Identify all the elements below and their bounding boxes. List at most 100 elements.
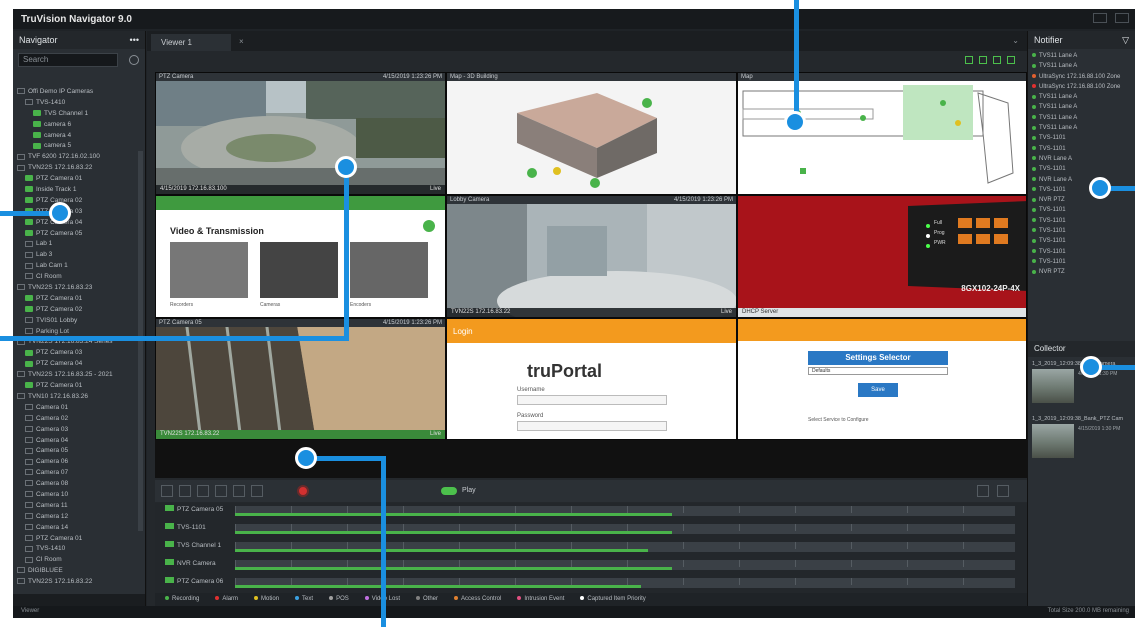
tree-item[interactable]: TVN22S 172.16.83.22 (17, 163, 135, 174)
tree-item[interactable]: PTZ Camera 01 (17, 294, 135, 305)
tree-item[interactable]: Camera 04 (17, 436, 135, 447)
tree-item[interactable]: PTZ Camera 01 (17, 534, 135, 545)
alarm-item[interactable]: TVS-1101 (1032, 257, 1132, 267)
tree-item[interactable]: Camera 07 (17, 468, 135, 479)
settings-icon[interactable] (993, 56, 1001, 64)
pause-icon[interactable] (197, 485, 209, 497)
timeline-row[interactable]: PTZ Camera 06 (155, 575, 1027, 590)
alarm-item[interactable]: TVS-1101 (1032, 164, 1132, 174)
tab-viewer-1[interactable]: Viewer 1 (151, 34, 231, 51)
timeline-row[interactable]: PTZ Camera 05 (155, 503, 1027, 518)
skip-forward-icon[interactable] (251, 485, 263, 497)
timeline-track[interactable] (235, 524, 1015, 534)
alarm-item[interactable]: TVS11 Lane A (1032, 102, 1132, 112)
tree-item[interactable]: PTZ Camera 02 (17, 305, 135, 316)
alarm-item[interactable]: NVR Lane A (1032, 175, 1132, 185)
video-tile[interactable]: Lobby Camera 4/15/2019 1:23:26 PM TVN22S… (446, 195, 737, 318)
timeline-track[interactable] (235, 542, 1015, 552)
tree-item[interactable]: Camera 08 (17, 479, 135, 490)
timeline-row[interactable]: NVR Camera (155, 557, 1027, 572)
minimize-button[interactable] (1093, 13, 1107, 23)
tree-item[interactable]: Camera 02 (17, 414, 135, 425)
filter-icon[interactable]: ▽ (1122, 35, 1129, 45)
alarm-item[interactable]: NVR PTZ (1032, 267, 1132, 277)
tree-item[interactable]: TVS-1410 (17, 544, 135, 555)
tree-item[interactable]: TVN10 172.16.83.26 (17, 392, 135, 403)
tree-item[interactable]: Lab Cam 1 (17, 261, 135, 272)
alarm-item[interactable]: UltraSync 172.16.88.100 Zone (1032, 82, 1132, 92)
tree-item[interactable]: Camera 12 (17, 512, 135, 523)
layout-icon[interactable] (965, 56, 973, 64)
snapshot-icon[interactable] (979, 56, 987, 64)
tree-item[interactable]: TVIS01 Lobby (17, 316, 135, 327)
navigator-menu-icon[interactable]: ••• (130, 35, 139, 45)
tree-item[interactable]: TVN22S 172.16.83.25 - 2021 (17, 370, 135, 381)
timeline-row[interactable]: TVS-1101 (155, 521, 1027, 536)
alarm-item[interactable]: TVS11 Lane A (1032, 61, 1132, 71)
alarm-item[interactable]: TVS-1101 (1032, 236, 1132, 246)
timeline-track[interactable] (235, 578, 1015, 588)
tree-item[interactable]: Camera 14 (17, 523, 135, 534)
zoom-icon[interactable] (977, 485, 989, 497)
alarm-item[interactable]: TVS11 Lane A (1032, 92, 1132, 102)
tree-item[interactable]: PTZ Camera 01 (17, 174, 135, 185)
tree-item[interactable]: Camera 03 (17, 425, 135, 436)
alarm-item[interactable]: TVS-1101 (1032, 216, 1132, 226)
tree-item[interactable]: PTZ Camera 04 (17, 359, 135, 370)
video-tile[interactable]: PTZ Camera 4/15/2019 1:23:26 PM 4/15/201… (155, 72, 446, 195)
username-field[interactable] (517, 395, 667, 405)
tree-item[interactable]: TVN22S 172.16.83.23 (17, 283, 135, 294)
record-icon[interactable] (297, 485, 309, 497)
web-page-tile[interactable]: Video & Transmission Recorders Cameras E… (155, 195, 446, 318)
search-input[interactable]: Search (18, 53, 118, 67)
alarm-item[interactable]: TVS-1101 (1032, 205, 1132, 215)
alarm-item[interactable]: NVR Lane A (1032, 154, 1132, 164)
settings-tile[interactable]: Settings Selector Defaults Save Select S… (737, 318, 1027, 440)
search-icon[interactable] (129, 55, 139, 65)
tree-item[interactable]: Camera 10 (17, 490, 135, 501)
map-3d-tile[interactable]: Map - 3D Building (446, 72, 737, 195)
close-tab-icon[interactable]: × (239, 37, 244, 46)
tree-item[interactable]: CI Room (17, 272, 135, 283)
tree-item[interactable]: PTZ Camera 02 (17, 196, 135, 207)
alarm-item[interactable]: NVR PTZ (1032, 195, 1132, 205)
tree-item[interactable]: camera 4 (17, 131, 135, 142)
alarm-item[interactable]: TVS-1101 (1032, 247, 1132, 257)
alarm-item[interactable]: TVS-1101 (1032, 133, 1132, 143)
tree-item[interactable]: Camera 01 (17, 403, 135, 414)
alarm-item[interactable]: TVS11 Lane A (1032, 113, 1132, 123)
step-forward-icon[interactable] (233, 485, 245, 497)
alarm-item[interactable]: UltraSync 172.16.88.100 Zone (1032, 72, 1132, 82)
play-toggle[interactable] (441, 487, 457, 495)
timeline-track[interactable] (235, 560, 1015, 570)
step-back-icon[interactable] (179, 485, 191, 497)
floor-map-tile[interactable]: Map (737, 72, 1027, 195)
save-button[interactable]: Save (858, 383, 898, 397)
tree-item[interactable]: Camera 06 (17, 457, 135, 468)
alarm-item[interactable]: TVS11 Lane A (1032, 51, 1132, 61)
tree-item[interactable]: Camera 05 (17, 446, 135, 457)
tree-item[interactable]: Lab 3 (17, 250, 135, 261)
password-field[interactable] (517, 421, 667, 431)
navigator-scrollbar[interactable] (138, 151, 143, 531)
tree-item[interactable]: PTZ Camera 05 (17, 229, 135, 240)
fullscreen-icon[interactable] (1007, 56, 1015, 64)
tree-item[interactable]: TVF 6200 172.16.02.100 (17, 152, 135, 163)
play-icon[interactable] (215, 485, 227, 497)
tree-item[interactable]: TVS Channel 1 (17, 109, 135, 120)
alarm-item[interactable]: TVS11 Lane A (1032, 123, 1132, 133)
skip-back-icon[interactable] (161, 485, 173, 497)
collection-item[interactable]: 1_3_2019_12:09:38_Bank_PTZ Cam 4/15/2019… (1032, 416, 1132, 464)
timeline-track[interactable] (235, 506, 1015, 516)
tree-item[interactable]: Lab 1 (17, 239, 135, 250)
tab-overflow-icon[interactable]: ⌄ (1012, 36, 1019, 45)
alarm-item[interactable]: TVS-1101 (1032, 226, 1132, 236)
timeline-row[interactable]: TVS Channel 1 (155, 539, 1027, 554)
switch-tile[interactable]: Full Prog PWR 8GX102-24P-4X DHCP Server (737, 195, 1027, 318)
maximize-button[interactable] (1115, 13, 1129, 23)
tree-item[interactable]: Offi Demo IP Cameras (17, 87, 135, 98)
settings-select[interactable]: Defaults (808, 367, 948, 375)
tree-item[interactable]: camera 5 (17, 141, 135, 152)
tree-item[interactable]: CI Room (17, 555, 135, 566)
tree-item[interactable]: PTZ Camera 03 (17, 348, 135, 359)
